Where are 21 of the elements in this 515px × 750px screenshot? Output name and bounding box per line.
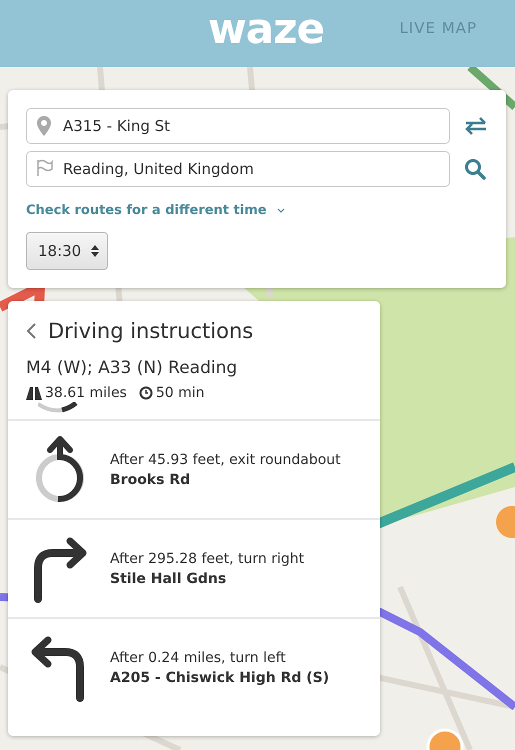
spinner-icon[interactable] [91,244,99,258]
road-icon [26,386,42,400]
clock-icon [138,386,153,400]
street-name: Brooks Rd [110,472,192,488]
origin-field[interactable]: A315 - King St [26,108,450,144]
step-instruction: After 45.93 feet, exit roundabout [110,452,341,468]
distance-text: 38.61 miles [45,385,127,401]
time-select[interactable]: 18:30 [26,232,108,270]
step-instruction: After 0.24 miles, turn left [110,650,287,666]
street-name: A205 - Chiswick High Rd (S) [110,670,330,686]
swap-icon[interactable] [464,117,488,135]
time-link[interactable]: Check routes for a different time [26,203,267,218]
step-instruction: After 295.28 feet, turn right [110,550,304,566]
destination-field[interactable]: Reading, United Kingdom [26,151,450,187]
panel-title: Driving instructions [48,319,254,343]
search-icon[interactable] [464,158,486,180]
back-icon[interactable] [26,323,36,339]
duration-text: 50 min [156,385,205,401]
chevron-down-icon[interactable] [276,208,285,214]
street-name: Stile Hall Gdns [110,570,228,586]
route-name: M4 (W); A33 (N) Reading [26,358,238,378]
